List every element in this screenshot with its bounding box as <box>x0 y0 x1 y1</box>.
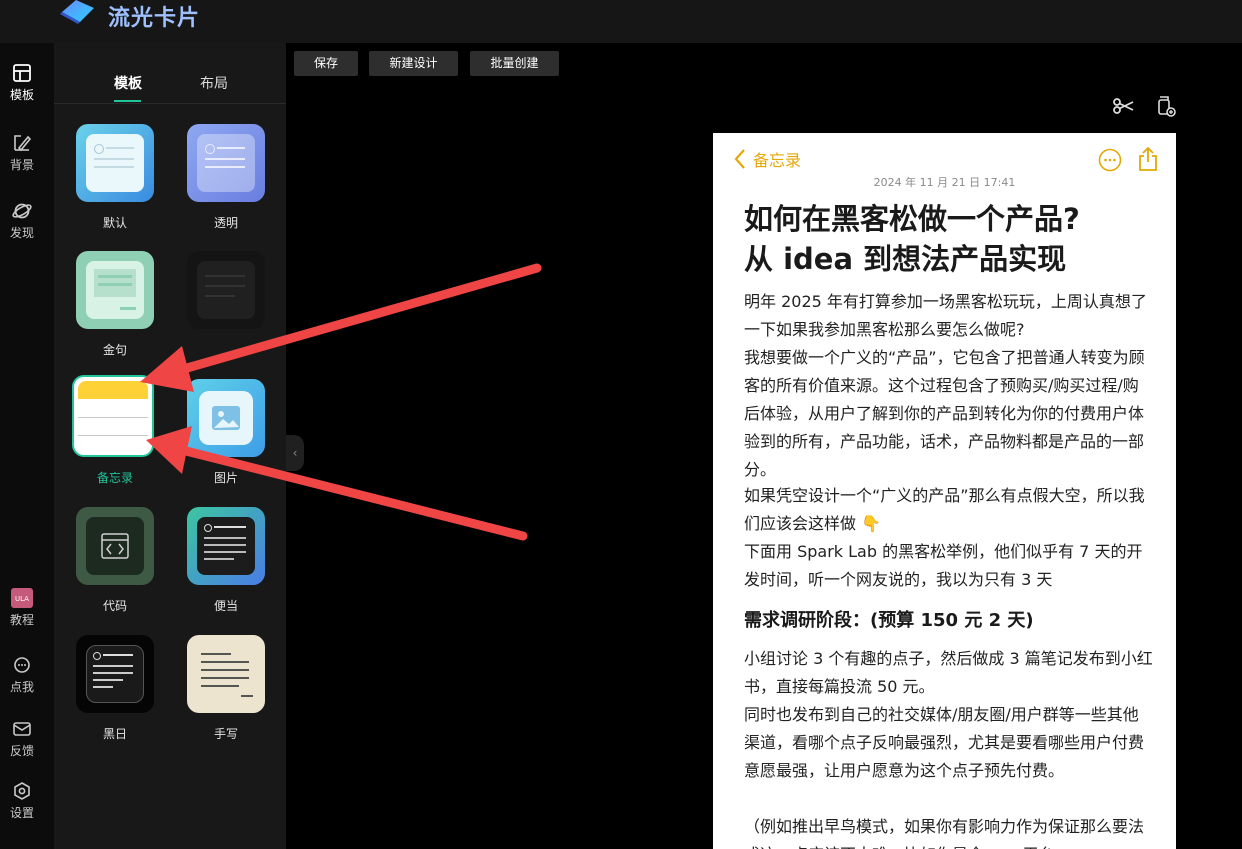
settings-icon <box>14 782 30 800</box>
memo-paragraph: 同时也发布到自己的社交媒体/朋友圈/用户群等一些其他渠道，看哪个点子反响最强烈，… <box>744 705 1145 780</box>
background-icon <box>14 135 32 152</box>
template-thumbnail <box>187 635 265 713</box>
rail-label: 模板 <box>9 88 34 102</box>
code-icon <box>101 533 129 559</box>
logo-icon <box>60 0 94 24</box>
template-label: 金句 <box>102 343 127 357</box>
template-black-day[interactable]: 黑日 <box>76 635 154 742</box>
template-thumbnail <box>187 379 265 457</box>
template-label: 便当 <box>213 599 238 613</box>
memo-paragraph: 如果凭空设计一个“广义的产品”那么有点假大空，所以我们应该会这样做 👇 <box>744 486 1145 533</box>
nav-rail: 模板 背景 发现 ULA 教程 点我 反馈 设置 <box>0 43 55 849</box>
template-label: 透明 <box>213 216 238 230</box>
rail-label: 发现 <box>9 226 34 240</box>
memo-date: 2024 年 11 月 21 日 17:41 <box>873 176 1016 189</box>
memo-paragraph: 我想要做一个广义的“产品”，它包含了把普通人转变为顾客的所有价值来源。这个过程包… <box>744 348 1145 479</box>
rail-item-feedback[interactable]: 反馈 <box>0 719 44 759</box>
template-thumbnail <box>187 507 265 585</box>
rail-item-chat[interactable]: 点我 <box>0 655 44 695</box>
save-button[interactable]: 保存 <box>294 51 358 76</box>
template-memo[interactable]: 备忘录 <box>72 375 158 486</box>
rail-label: 反馈 <box>9 744 34 758</box>
feedback-icon <box>13 722 31 736</box>
memo-title-line: 从 idea 到想法产品实现 <box>744 242 1067 276</box>
rail-item-tutorial[interactable]: ULA 教程 <box>0 588 44 628</box>
template-code[interactable]: 代码 <box>76 507 154 614</box>
rail-item-settings[interactable]: 设置 <box>0 781 44 821</box>
panel-collapse-handle[interactable]: ‹ <box>286 435 304 471</box>
svg-text:ULA: ULA <box>15 595 29 603</box>
tab-template[interactable]: 模板 <box>114 73 142 93</box>
template-label: 手写 <box>213 727 238 741</box>
rail-label: 设置 <box>9 806 34 820</box>
tutorial-icon: ULA <box>11 588 33 608</box>
app-title: 流光卡片 <box>108 6 201 31</box>
memo-paragraph: 下面用 Spark Lab 的黑客松举例，他们似乎有 7 天的开发时间，听一个网… <box>744 542 1143 589</box>
template-thumbnail <box>76 251 154 329</box>
share-icon[interactable] <box>1137 146 1159 172</box>
scissors-icon[interactable] <box>1112 94 1136 118</box>
tab-layout[interactable]: 布局 <box>200 73 228 93</box>
back-button[interactable]: 备忘录 <box>733 147 801 171</box>
template-label: 图片 <box>213 471 238 485</box>
rail-item-discover[interactable]: 发现 <box>0 201 44 241</box>
top-bar: 流光卡片 <box>0 0 1242 43</box>
template-thumbnail <box>76 124 154 202</box>
template-thumbnail <box>72 375 154 457</box>
chevron-left-icon <box>734 149 745 169</box>
memo-paragraph: 小组讨论 3 个有趣的点子，然后做成 3 篇笔记发布到小红书，直接每篇投流 50… <box>744 649 1153 696</box>
back-label: 备忘录 <box>753 151 802 170</box>
template-default[interactable]: 默认 <box>76 124 154 231</box>
template-icon <box>13 64 31 82</box>
template-thumbnail <box>76 635 154 713</box>
template-quote[interactable]: 金句 <box>76 251 154 358</box>
template-thumbnail <box>187 251 265 329</box>
template-panel: 模板 布局 默认 透明 金句 备忘录 图片 代码 便当 黑日 手写 <box>54 43 286 849</box>
batch-create-button[interactable]: 批量创建 <box>470 51 559 76</box>
template-label: 备忘录 <box>96 471 133 485</box>
more-icon[interactable] <box>1098 148 1122 172</box>
discover-icon <box>12 203 32 219</box>
template-label: 黑日 <box>102 727 127 741</box>
template-thumbnail <box>76 507 154 585</box>
chevron-left-icon: ‹ <box>292 446 298 460</box>
memo-title-line: 如何在黑客松做一个产品? <box>744 202 1080 236</box>
template-label: 默认 <box>102 216 127 230</box>
rail-item-background[interactable]: 背景 <box>0 133 44 173</box>
memo-section-heading: 需求调研阶段：(预算 150 元 2 天) <box>744 610 1034 631</box>
rail-item-template[interactable]: 模板 <box>0 63 44 103</box>
template-thumbnail <box>187 124 265 202</box>
chat-icon <box>14 657 30 673</box>
template-bento[interactable]: 便当 <box>187 507 265 614</box>
new-design-button[interactable]: 新建设计 <box>369 51 458 76</box>
memo-card-preview[interactable]: 备忘录 2024 年 11 月 21 日 17:41 如何在黑客松做一个产品? … <box>713 133 1176 849</box>
template-transparent[interactable]: 透明 <box>187 124 265 231</box>
template-dark[interactable] <box>187 251 265 341</box>
tab-divider <box>54 103 286 104</box>
memo-paragraph: （例如推出早鸟模式，如果你有影响力作为保证那么要法成这一点应该不太难，比如你是全… <box>744 817 1145 849</box>
template-image[interactable]: 图片 <box>187 379 265 486</box>
memo-title: 如何在黑客松做一个产品? 从 idea 到想法产品实现 <box>744 199 1159 279</box>
copy-add-icon[interactable] <box>1154 94 1178 118</box>
template-label: 代码 <box>102 599 127 613</box>
rail-label: 教程 <box>9 613 34 627</box>
rail-label: 点我 <box>9 680 34 694</box>
rail-label: 背景 <box>9 158 34 172</box>
tab-underline <box>114 100 141 102</box>
image-icon <box>212 406 240 430</box>
template-handwriting[interactable]: 手写 <box>187 635 265 742</box>
memo-paragraph: 明年 2025 年有打算参加一场黑客松玩玩，上周认真想了一下如果我参加黑客松那么… <box>744 292 1147 339</box>
